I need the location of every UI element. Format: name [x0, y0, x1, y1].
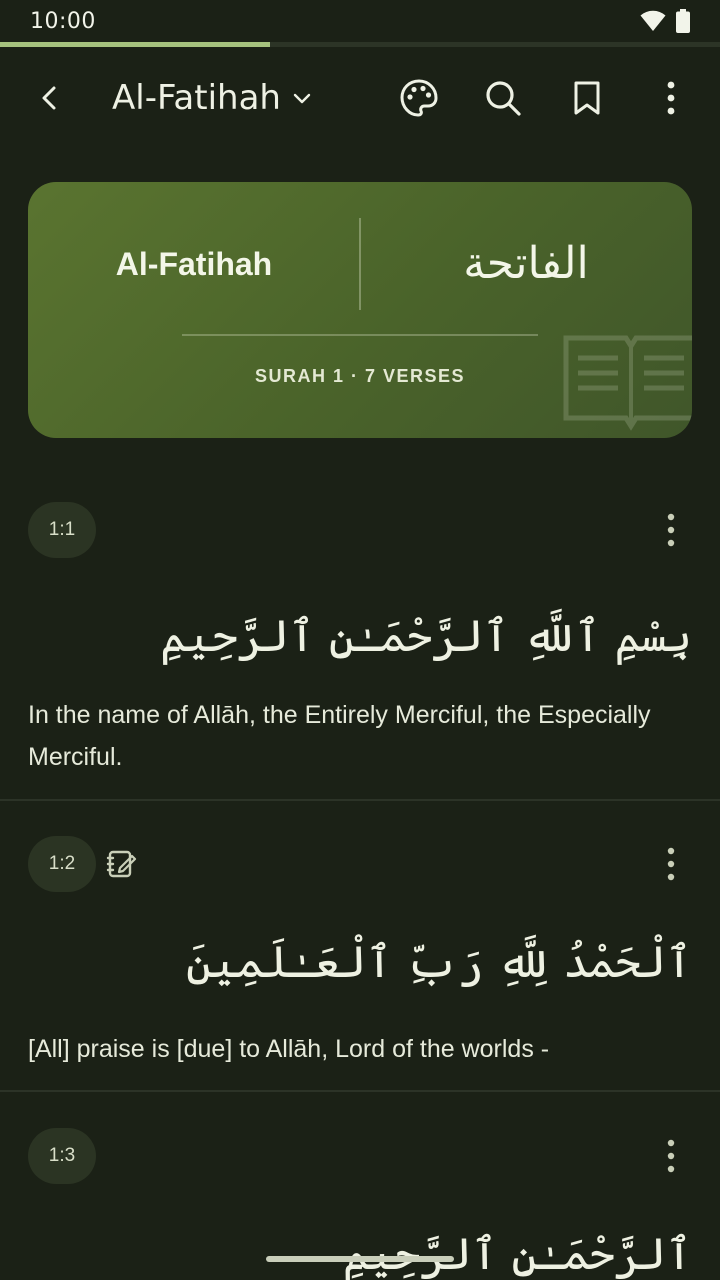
more-options-button[interactable] — [639, 66, 703, 130]
verse-arabic-text: ٱلْحَمْدُ لِلَّهِ رَبِّ ٱلْعَـٰلَمِينَ — [185, 937, 692, 988]
verse-more-button[interactable] — [639, 498, 703, 562]
verse-item: 1:1 بِسْمِ ٱللَّهِ ٱلرَّحْمَـٰنِ ٱلرَّحِ… — [0, 500, 720, 800]
verse-more-button[interactable] — [639, 832, 703, 896]
search-icon — [486, 81, 521, 116]
verse-divider — [0, 799, 720, 801]
surah-selector[interactable]: Al-Fatihah — [112, 56, 313, 140]
surah-name-english: Al-Fatihah — [115, 246, 273, 282]
status-icons — [640, 9, 690, 33]
verse-arabic-text: ٱلرَّحْمَـٰنِ ٱلرَّحِيمِ — [342, 1229, 692, 1280]
more-vert-icon — [667, 847, 675, 881]
palette-icon — [400, 79, 438, 117]
reading-progress-bar — [0, 42, 720, 47]
verse-translation: In the name of Allāh, the Entirely Merci… — [28, 701, 651, 771]
surah-meta: SURAH 1 · 7 VERSES — [254, 366, 466, 386]
card-divider-horizontal — [182, 334, 538, 336]
page-title: Al-Fatihah — [112, 78, 281, 118]
more-vert-icon — [667, 513, 675, 547]
verse-divider — [0, 1090, 720, 1092]
chevron-down-icon — [293, 93, 311, 104]
search-button[interactable] — [471, 66, 535, 130]
surah-info-card: Al-Fatihah الفاتحة SURAH 1 · 7 VERSES — [28, 182, 692, 438]
bookmark-icon — [574, 81, 600, 115]
verse-note-button[interactable] — [106, 848, 138, 885]
reading-progress-fill — [0, 42, 270, 47]
verse-more-button[interactable] — [639, 1126, 703, 1188]
back-button[interactable] — [18, 66, 82, 130]
home-indicator[interactable] — [266, 1256, 454, 1262]
battery-icon — [676, 9, 690, 33]
verse-translation: [All] praise is [due] to Allāh, Lord of … — [28, 1035, 550, 1063]
verse-number-chip[interactable]: 1:1 — [28, 502, 96, 558]
back-icon — [42, 86, 56, 110]
more-vert-icon — [667, 81, 675, 115]
more-vert-icon — [667, 1139, 675, 1173]
verse-item: 1:2 ٱلْحَمْدُ لِلَّهِ رَبِّ ٱلْعَـٰلَمِي… — [0, 834, 720, 1090]
note-edit-icon — [106, 850, 137, 878]
wifi-icon — [640, 10, 666, 31]
theme-button[interactable] — [387, 66, 451, 130]
verse-number-chip[interactable]: 1:3 — [28, 1128, 96, 1184]
status-bar: 10:00 — [0, 0, 720, 42]
bookmark-button[interactable] — [555, 66, 619, 130]
verse-arabic-text: بِسْمِ ٱللَّهِ ٱلرَّحْمَـٰنِ ٱلرَّحِيمِ — [160, 611, 692, 662]
verse-number-chip[interactable]: 1:2 — [28, 836, 96, 892]
top-app-bar: Al-Fatihah — [0, 56, 720, 140]
status-time: 10:00 — [30, 8, 96, 34]
surah-name-arabic: الفاتحة — [463, 238, 589, 289]
